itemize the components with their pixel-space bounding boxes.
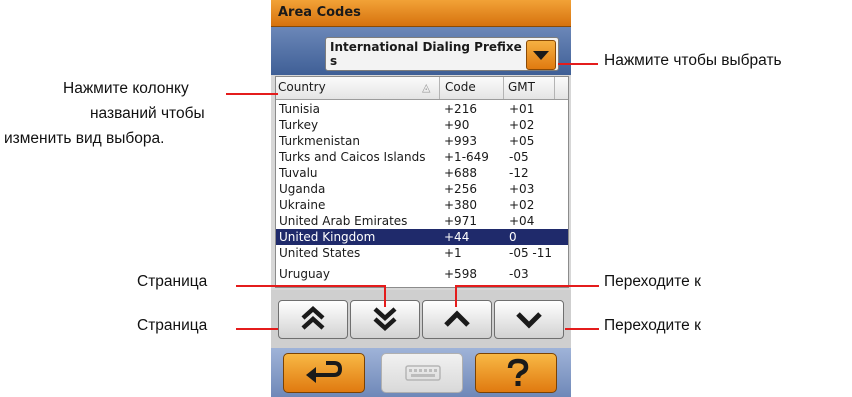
cell-gmt: -05: [509, 150, 529, 164]
category-selector[interactable]: International Dialing Prefixes: [325, 37, 559, 71]
column-divider: [554, 77, 555, 99]
callout-move-down: Переходите к: [604, 317, 701, 334]
callout-line-move-up-vertical: [455, 285, 457, 307]
callout-line-move-down: [565, 328, 599, 330]
table-row[interactable]: United Arab Emirates +971 +04: [276, 213, 568, 229]
callout-line-page-up: [236, 328, 278, 330]
title-bar: Area Codes: [271, 0, 571, 27]
column-header-code[interactable]: Code: [445, 80, 476, 94]
cell-country: United Kingdom: [279, 230, 376, 244]
table-row[interactable]: Ukraine +380 +02: [276, 197, 568, 213]
cell-country: Ukraine: [279, 198, 326, 212]
table-row[interactable]: Tuvalu +688 -12: [276, 165, 568, 181]
keyboard-icon: [405, 365, 441, 381]
help-button[interactable]: [475, 353, 557, 393]
cell-gmt: +01: [509, 102, 535, 116]
column-divider: [439, 77, 440, 99]
callout-line-page-down-vertical: [384, 285, 386, 307]
callout-page-up: Страница: [137, 317, 208, 334]
arrow-down-icon: [516, 312, 542, 329]
cell-code: +1: [444, 246, 462, 260]
cell-gmt: -12: [509, 166, 529, 180]
cell-gmt: -05 -11: [509, 246, 553, 260]
arrow-up-icon: [444, 310, 470, 327]
cell-gmt: +04: [509, 214, 535, 228]
dropdown-arrow-icon: [533, 51, 549, 60]
cell-code: +688: [444, 166, 477, 180]
page-down-icon: [373, 307, 397, 332]
column-header-country[interactable]: Country: [278, 80, 326, 94]
cell-code: +993: [444, 134, 477, 148]
cell-code: +598: [444, 267, 477, 281]
sort-ascending-icon: ◬: [422, 81, 431, 94]
cell-gmt: -03: [509, 267, 529, 281]
cell-country: Tunisia: [279, 102, 320, 116]
cell-country: Turkey: [279, 118, 319, 132]
cell-gmt: +03: [509, 182, 535, 196]
callout-line-select: [558, 63, 598, 65]
callout-column-line2: названий чтобы: [90, 105, 205, 122]
table-row[interactable]: United States +1 -05 -11: [276, 245, 568, 261]
device-screen: Area Codes International Dialing Prefixe…: [271, 0, 571, 397]
callout-line-move-up: [455, 285, 599, 287]
cell-code: +44: [444, 230, 470, 244]
callout-select: Нажмите чтобы выбрать: [604, 52, 782, 69]
back-arrow-icon: [306, 361, 343, 383]
bottom-toolbar: [271, 348, 571, 397]
cell-code: +971: [444, 214, 477, 228]
callout-column-line3: изменить вид выбора.: [4, 130, 165, 147]
column-header-gmt[interactable]: GMT: [508, 80, 535, 94]
callout-line-page-down: [236, 285, 386, 287]
selector-bar: International Dialing Prefixes: [271, 27, 571, 75]
cell-code: +90: [444, 118, 470, 132]
table-row[interactable]: Turkey +90 +02: [276, 117, 568, 133]
cell-country: United Arab Emirates: [279, 214, 408, 228]
cell-country: United States: [279, 246, 361, 260]
table-row[interactable]: Uganda +256 +03: [276, 181, 568, 197]
table-row[interactable]: Turkmenistan +993 +05: [276, 133, 568, 149]
page-up-icon: [301, 305, 325, 330]
table-row[interactable]: Turks and Caicos Islands +1-649 -05: [276, 149, 568, 165]
cell-country: Uruguay: [279, 267, 330, 281]
cell-code: +1-649: [444, 150, 489, 164]
category-selector-value: International Dialing Prefixes: [330, 40, 522, 68]
cell-country: Turks and Caicos Islands: [279, 150, 426, 164]
cell-gmt: +02: [509, 118, 535, 132]
callout-column-line1: Нажмите колонку: [63, 80, 189, 97]
cell-country: Tuvalu: [279, 166, 318, 180]
callout-line-column: [226, 93, 278, 95]
cell-country: Turkmenistan: [279, 134, 360, 148]
move-down-button[interactable]: [494, 300, 564, 339]
cell-code: +216: [444, 102, 477, 116]
table-header: Country ◬ Code GMT: [276, 77, 568, 100]
page-up-button[interactable]: [278, 300, 348, 339]
help-icon: [507, 358, 529, 386]
cell-gmt: +05: [509, 134, 535, 148]
cell-gmt: +02: [509, 198, 535, 212]
cell-code: +256: [444, 182, 477, 196]
move-up-button[interactable]: [422, 300, 492, 339]
keyboard-button[interactable]: [381, 353, 463, 393]
navigation-bar: [271, 290, 571, 348]
callout-page-down: Страница: [137, 273, 208, 290]
cell-code: +380: [444, 198, 477, 212]
table-row[interactable]: Tunisia +216 +01: [276, 101, 568, 117]
window-title: Area Codes: [278, 5, 361, 20]
column-divider: [503, 77, 504, 99]
back-button[interactable]: [283, 353, 365, 393]
table-row[interactable]: Uruguay +598 -03: [276, 266, 568, 282]
cell-gmt: 0: [509, 230, 517, 244]
area-codes-table: Country ◬ Code GMT Tunisia +216 +01 Turkey…: [275, 76, 569, 288]
dropdown-button[interactable]: [526, 40, 556, 70]
cell-country: Uganda: [279, 182, 326, 196]
callout-move-up: Переходите к: [604, 273, 701, 290]
table-row-selected[interactable]: United Kingdom +44 0: [276, 229, 568, 245]
